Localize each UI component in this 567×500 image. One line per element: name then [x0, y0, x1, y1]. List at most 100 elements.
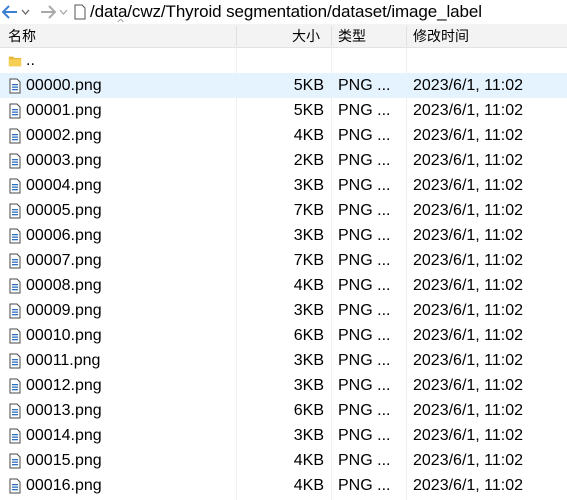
file-type: PNG ...	[338, 201, 391, 219]
png-file-icon	[9, 403, 21, 418]
file-modified: 2023/6/1, 11:02	[413, 276, 524, 294]
file-modified: 2023/6/1, 11:02	[413, 426, 524, 444]
file-type: PNG ...	[338, 301, 391, 319]
file-size: 5KB	[293, 101, 324, 119]
back-button[interactable]	[0, 0, 32, 24]
chevron-down-icon	[21, 9, 30, 15]
column-modified[interactable]: 修改时间	[413, 24, 469, 47]
sort-ascending-icon: ^	[116, 17, 126, 30]
arrow-left-icon	[2, 5, 17, 19]
file-name: 00013.png	[26, 401, 102, 419]
file-type: PNG ...	[338, 226, 391, 244]
column-size[interactable]: 大小	[292, 24, 320, 47]
file-name: 00001.png	[26, 101, 102, 119]
file-row[interactable]: 00011.png 3KB PNG ... 2023/6/1, 11:02	[0, 348, 567, 373]
column-type-label: 类型	[338, 28, 366, 45]
forward-button[interactable]	[38, 0, 70, 24]
png-file-icon	[9, 453, 21, 468]
file-modified: 2023/6/1, 11:02	[413, 76, 524, 94]
file-size: 7KB	[293, 201, 324, 219]
file-name: 00015.png	[26, 451, 102, 469]
file-modified: 2023/6/1, 11:02	[413, 351, 524, 369]
file-name: 00010.png	[26, 326, 102, 344]
file-row[interactable]: 00016.png 4KB PNG ... 2023/6/1, 11:02	[0, 473, 567, 498]
file-row[interactable]: 00002.png 4KB PNG ... 2023/6/1, 11:02	[0, 123, 567, 148]
file-row[interactable]: 00014.png 3KB PNG ... 2023/6/1, 11:02	[0, 423, 567, 448]
file-name: 00002.png	[26, 126, 102, 144]
png-file-icon	[9, 478, 21, 493]
file-size: 6KB	[293, 401, 324, 419]
file-name: 00003.png	[26, 151, 102, 169]
file-size: 5KB	[293, 76, 324, 94]
png-file-icon	[9, 328, 21, 343]
file-modified: 2023/6/1, 11:02	[413, 301, 524, 319]
png-file-icon	[9, 303, 21, 318]
file-row[interactable]: 00006.png 3KB PNG ... 2023/6/1, 11:02	[0, 223, 567, 248]
file-name: 00014.png	[26, 426, 102, 444]
file-row[interactable]: 00000.png 5KB PNG ... 2023/6/1, 11:02	[0, 73, 567, 98]
column-divider[interactable]	[406, 26, 407, 46]
file-row[interactable]: 00008.png 4KB PNG ... 2023/6/1, 11:02	[0, 273, 567, 298]
file-size: 3KB	[293, 226, 324, 244]
file-row[interactable]: 00005.png 7KB PNG ... 2023/6/1, 11:02	[0, 198, 567, 223]
file-row[interactable]: 00004.png 3KB PNG ... 2023/6/1, 11:02	[0, 173, 567, 198]
file-modified: 2023/6/1, 11:02	[413, 126, 524, 144]
file-type: PNG ...	[338, 326, 391, 344]
file-name: 00000.png	[26, 76, 102, 94]
file-type: PNG ...	[338, 101, 391, 119]
file-size: 4KB	[293, 126, 324, 144]
column-type[interactable]: 类型	[338, 24, 366, 47]
file-row[interactable]: 00003.png 2KB PNG ... 2023/6/1, 11:02	[0, 148, 567, 173]
file-modified: 2023/6/1, 11:02	[413, 101, 524, 119]
file-size: 7KB	[293, 251, 324, 269]
file-row[interactable]: 00010.png 6KB PNG ... 2023/6/1, 11:02	[0, 323, 567, 348]
file-type: PNG ...	[338, 401, 391, 419]
file-name: 00016.png	[26, 476, 102, 494]
file-row[interactable]: 00015.png 4KB PNG ... 2023/6/1, 11:02	[0, 448, 567, 473]
file-name: 00006.png	[26, 226, 102, 244]
file-modified: 2023/6/1, 11:02	[413, 401, 524, 419]
file-row[interactable]: 00007.png 7KB PNG ... 2023/6/1, 11:02	[0, 248, 567, 273]
file-type: PNG ...	[338, 126, 391, 144]
path-field[interactable]: /data/cwz/Thyroid segmentation/dataset/i…	[90, 2, 482, 22]
file-size: 3KB	[293, 176, 324, 194]
file-type: PNG ...	[338, 476, 391, 494]
file-size: 6KB	[293, 326, 324, 344]
file-type: PNG ...	[338, 451, 391, 469]
file-type: PNG ...	[338, 176, 391, 194]
file-row[interactable]: 00012.png 3KB PNG ... 2023/6/1, 11:02	[0, 373, 567, 398]
file-name: 00008.png	[26, 276, 102, 294]
file-modified: 2023/6/1, 11:02	[413, 476, 524, 494]
file-size: 3KB	[293, 376, 324, 394]
column-modified-label: 修改时间	[413, 28, 469, 45]
column-header: ^ 名称 大小 类型 修改时间	[0, 17, 567, 48]
png-file-icon	[9, 78, 21, 93]
file-type: PNG ...	[338, 376, 391, 394]
file-type: PNG ...	[338, 251, 391, 269]
file-row[interactable]: 00001.png 5KB PNG ... 2023/6/1, 11:02	[0, 98, 567, 123]
file-row[interactable]: 00009.png 3KB PNG ... 2023/6/1, 11:02	[0, 298, 567, 323]
file-name: 00009.png	[26, 301, 102, 319]
file-type: PNG ...	[338, 151, 391, 169]
file-modified: 2023/6/1, 11:02	[413, 376, 524, 394]
column-divider[interactable]	[331, 26, 332, 46]
file-modified: 2023/6/1, 11:02	[413, 451, 524, 469]
file-row[interactable]: 00013.png 6KB PNG ... 2023/6/1, 11:02	[0, 398, 567, 423]
png-file-icon	[9, 278, 21, 293]
file-modified: 2023/6/1, 11:02	[413, 226, 524, 244]
column-name[interactable]: 名称	[8, 24, 36, 47]
png-file-icon	[9, 203, 21, 218]
file-type: PNG ...	[338, 76, 391, 94]
chevron-down-icon	[59, 9, 68, 15]
file-name: 00007.png	[26, 251, 102, 269]
column-divider[interactable]	[236, 26, 237, 46]
png-file-icon	[9, 103, 21, 118]
png-file-icon	[9, 228, 21, 243]
parent-folder-row[interactable]: ..	[0, 48, 567, 73]
arrow-right-icon	[41, 5, 56, 19]
file-size: 3KB	[293, 301, 324, 319]
file-modified: 2023/6/1, 11:02	[413, 176, 524, 194]
file-modified: 2023/6/1, 11:02	[413, 251, 524, 269]
file-modified: 2023/6/1, 11:02	[413, 201, 524, 219]
file-name: 00004.png	[26, 176, 102, 194]
